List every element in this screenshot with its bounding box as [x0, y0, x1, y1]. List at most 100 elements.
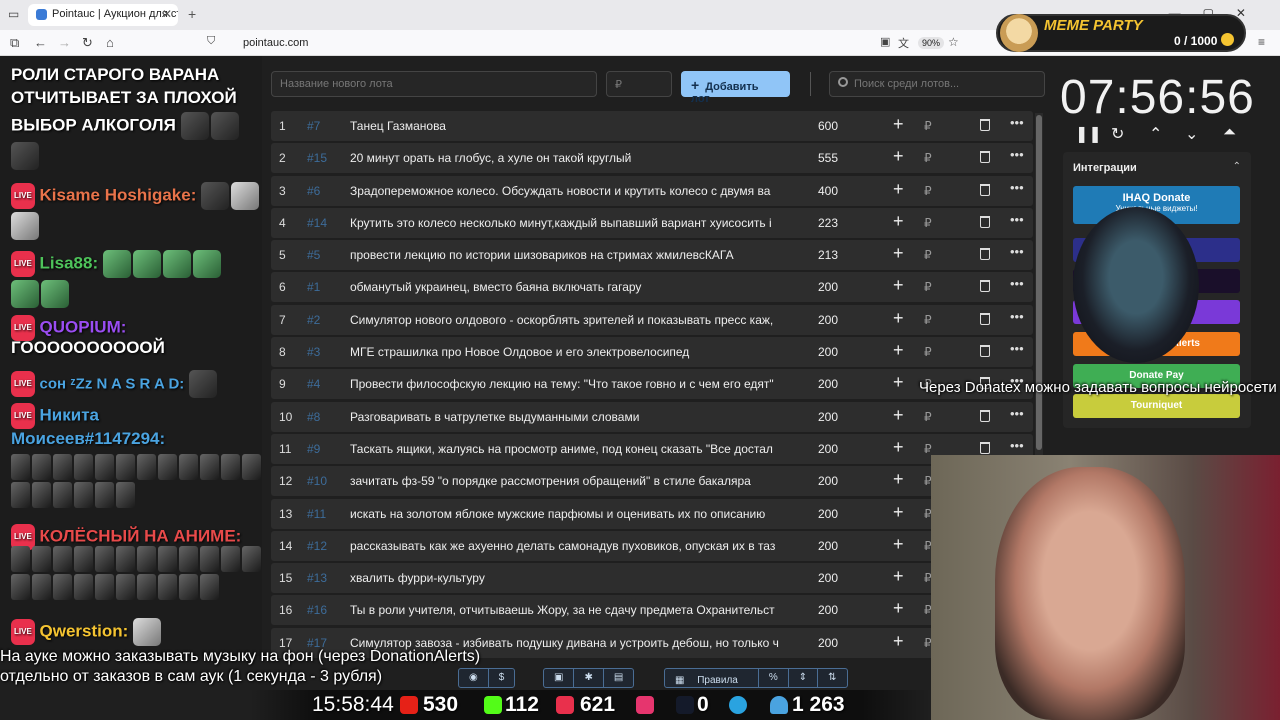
bookmark-star-icon[interactable]: ☆	[948, 35, 959, 49]
close-tab-icon[interactable]: ✕	[162, 7, 172, 21]
lot-name[interactable]: Таскать ящики, жалуясь на просмотр аниме…	[350, 442, 791, 456]
lot-row[interactable]: 10 #8 Разговаривать в чатрулетке выдуманны…	[271, 401, 1033, 432]
clear-icon[interactable]: ▤	[604, 669, 633, 687]
lot-id[interactable]: #10	[307, 474, 327, 488]
add-amount-icon[interactable]: +	[893, 179, 904, 200]
lot-name[interactable]: провести лекцию по истории шизовариков н…	[350, 248, 791, 262]
back-icon[interactable]: ←	[34, 35, 47, 50]
add-amount-icon[interactable]: +	[893, 275, 904, 296]
lot-row[interactable]: 5 #5 провести лекцию по истории шизоварико…	[271, 240, 1033, 271]
scroll-thumb[interactable]	[1036, 115, 1042, 450]
currency-icon[interactable]: ₽	[924, 280, 932, 294]
add-amount-icon[interactable]: +	[893, 340, 904, 361]
zoom-level[interactable]: 90%	[918, 37, 945, 49]
lot-name[interactable]: Зрадопереможное колесо. Обсуждать новост…	[350, 184, 791, 198]
lot-row[interactable]: 8 #3 МГЕ страшилка про Новое Олдовое и ег…	[271, 337, 1033, 368]
lot-amount[interactable]: 555	[818, 151, 878, 165]
currency-icon[interactable]: ₽	[924, 345, 932, 359]
currency-icon[interactable]: ₽	[924, 313, 932, 327]
dollar-button[interactable]: $	[489, 669, 515, 687]
lot-name[interactable]: Провести философскую лекцию на тему: "Чт…	[350, 377, 791, 391]
lot-row[interactable]: 14 #12 рассказывать как же ахуенно делать …	[271, 530, 1033, 561]
lot-id[interactable]: #1	[307, 280, 320, 294]
lot-amount[interactable]: 200	[818, 603, 878, 617]
lot-id[interactable]: #6	[307, 184, 320, 198]
lot-name[interactable]: Симулятор нового олдового - оскорблять з…	[350, 313, 791, 327]
add-amount-icon[interactable]: +	[893, 566, 904, 587]
lot-row[interactable]: 6 #1 обманутый украинец, вместо баяна вклю…	[271, 272, 1033, 303]
more-options-icon[interactable]: •••	[1010, 180, 1024, 195]
lot-id[interactable]: #9	[307, 442, 320, 456]
pause-icon[interactable]: ❚❚	[1075, 124, 1102, 144]
lot-row[interactable]: 13 #11 искать на золотом яблоке мужские п…	[271, 498, 1033, 529]
reader-icon[interactable]: ▣	[880, 35, 890, 48]
menu-icon[interactable]: ≡	[1258, 35, 1265, 49]
lot-id[interactable]: #15	[307, 151, 327, 165]
add-amount-icon[interactable]: +	[893, 598, 904, 619]
more-options-icon[interactable]: •••	[1010, 244, 1024, 259]
lot-name[interactable]: МГЕ страшилка про Новое Олдовое и его эл…	[350, 345, 791, 359]
translate-icon[interactable]: 文	[898, 35, 909, 51]
lot-row[interactable]: 2 #15 20 минут орать на глобус, а хуле он …	[271, 143, 1033, 174]
lot-amount[interactable]: 200	[818, 313, 878, 327]
lot-amount[interactable]: 400	[818, 184, 878, 198]
lot-amount[interactable]: 200	[818, 377, 878, 391]
trash-icon[interactable]	[980, 248, 990, 261]
more-options-icon[interactable]: •••	[1010, 212, 1024, 227]
lot-id[interactable]: #2	[307, 313, 320, 327]
more-options-icon[interactable]: •••	[1010, 276, 1024, 291]
trash-icon[interactable]	[980, 119, 990, 131]
lot-name[interactable]: 20 минут орать на глобус, а хуле он тако…	[350, 151, 791, 165]
lot-name[interactable]: рассказывать как же ахуенно делать самон…	[350, 539, 791, 553]
chevron-up-icon[interactable]: ⌃	[1233, 161, 1241, 172]
trash-icon[interactable]	[980, 183, 990, 196]
add-amount-icon[interactable]: +	[893, 405, 904, 426]
add-amount-icon[interactable]: +	[893, 243, 904, 264]
trash-icon[interactable]	[980, 215, 990, 228]
lot-name[interactable]: Разговаривать в чатрулетке выдуманными с…	[350, 410, 791, 424]
more-options-icon[interactable]: •••	[1010, 115, 1024, 130]
trash-icon[interactable]	[980, 280, 990, 293]
add-amount-icon[interactable]: +	[893, 211, 904, 232]
lot-id[interactable]: #3	[307, 345, 320, 359]
github-icon[interactable]: ◉	[459, 669, 489, 687]
tourniquet-button[interactable]: Tourniquet	[1073, 394, 1240, 418]
bug-icon[interactable]: ✱	[574, 669, 604, 687]
add-amount-icon[interactable]: +	[893, 469, 904, 490]
lot-amount[interactable]: 200	[818, 507, 878, 521]
trash-icon[interactable]	[980, 151, 990, 164]
search-input[interactable]: Поиск среди лотов...	[829, 71, 1045, 97]
currency-icon[interactable]: ₽	[924, 216, 932, 230]
reload-icon[interactable]: ↻	[82, 35, 93, 51]
double-chevron-up-icon[interactable]: ⏶	[1223, 124, 1236, 142]
shield-icon[interactable]: ⛉	[207, 35, 215, 48]
lot-row[interactable]: 15#13хвалить фурри-культуру200+₽•••	[271, 563, 1033, 594]
lot-id[interactable]: #12	[307, 539, 327, 553]
sort-icon[interactable]: ⇅	[818, 669, 846, 687]
trash-icon[interactable]	[980, 441, 990, 454]
lot-amount[interactable]: 213	[818, 248, 878, 262]
more-options-icon[interactable]: •••	[1010, 438, 1024, 453]
chevron-down-icon[interactable]: ⌄	[1185, 124, 1198, 144]
add-amount-icon[interactable]: +	[893, 502, 904, 523]
add-amount-icon[interactable]: +	[893, 631, 904, 652]
more-options-icon[interactable]: •••	[1010, 309, 1024, 324]
lot-amount[interactable]: 200	[818, 345, 878, 359]
currency-icon[interactable]: ₽	[924, 442, 932, 456]
lot-name[interactable]: обманутый украинец, вместо баяна включат…	[350, 280, 791, 294]
lot-id[interactable]: #14	[307, 216, 327, 230]
trash-icon[interactable]	[980, 312, 990, 325]
split-icon[interactable]: ⇕	[789, 669, 819, 687]
lot-amount[interactable]: 200	[818, 636, 878, 650]
browser-tab[interactable]: Pointauc | Аукцион для стрим ✕	[28, 4, 178, 26]
lot-name[interactable]: Ты в роли учителя, отчитываешь Жору, за …	[350, 603, 791, 617]
add-amount-icon[interactable]: +	[893, 308, 904, 329]
currency-icon[interactable]: ₽	[924, 119, 932, 133]
currency-icon[interactable]: ₽	[924, 151, 932, 165]
lot-row[interactable]: 11 #9 Таскать ящики, жалуясь на просмотр а…	[271, 433, 1033, 464]
lot-row[interactable]: 1 #7 Танец Газманова 600 + ₽ •••	[271, 111, 1033, 141]
rules-button[interactable]: ▦ Правила	[665, 669, 759, 687]
lot-name-input[interactable]: Название нового лота	[271, 71, 597, 97]
home-icon[interactable]: ⌂	[106, 35, 114, 50]
lot-id[interactable]: #4	[307, 377, 320, 391]
